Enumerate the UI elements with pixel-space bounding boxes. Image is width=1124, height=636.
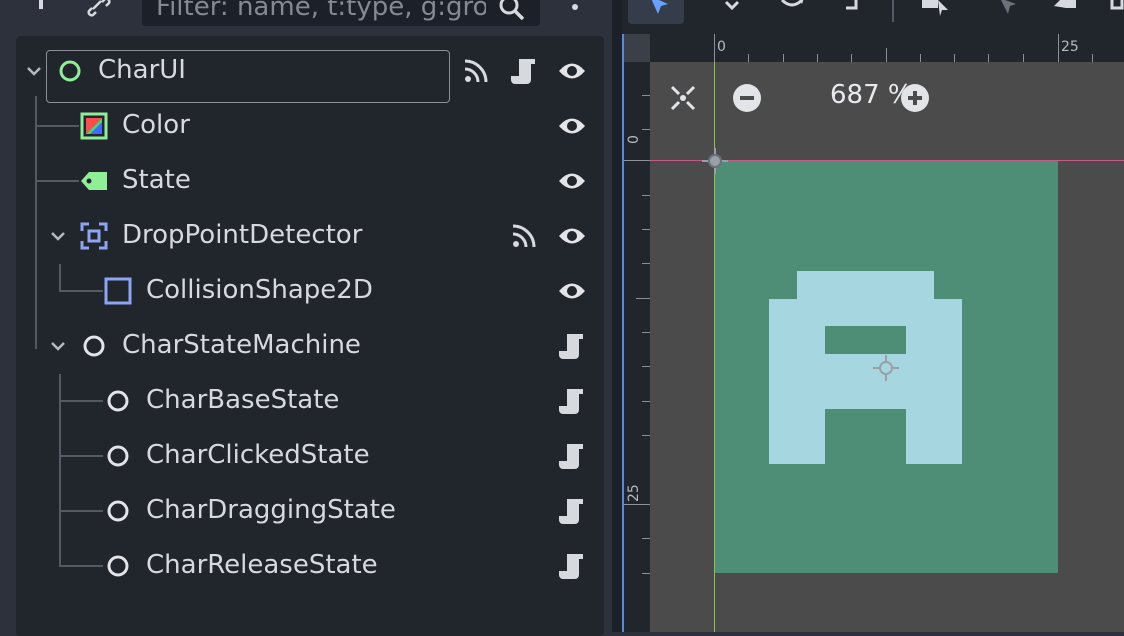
- zoom-out-icon[interactable]: [732, 83, 762, 113]
- signal-icon[interactable]: [509, 221, 539, 251]
- tree-row-state[interactable]: State: [16, 153, 604, 208]
- collapse-arrow-icon[interactable]: [48, 336, 68, 356]
- node-icon: [104, 442, 132, 470]
- vertical-ruler: 0 25: [622, 34, 650, 632]
- viewport-toolbar: [622, 0, 1124, 34]
- ruler-label: 25: [1061, 39, 1079, 55]
- node-label: DropPointDetector: [122, 220, 363, 250]
- control-node-icon: [56, 57, 84, 85]
- node-label: CharDraggingState: [146, 495, 396, 525]
- node-label: CharBaseState: [146, 385, 340, 415]
- visibility-icon[interactable]: [557, 56, 587, 86]
- filter-input[interactable]: [156, 0, 486, 26]
- node-icon: [104, 497, 132, 525]
- move-mode-icon[interactable]: [720, 0, 744, 24]
- visibility-icon[interactable]: [557, 111, 587, 141]
- collision-shape-icon: [104, 277, 132, 305]
- scene-toolbar: [0, 0, 612, 30]
- node-label: CollisionShape2D: [146, 275, 373, 305]
- zoom-controls: 687 %: [662, 74, 952, 120]
- visibility-icon[interactable]: [557, 276, 587, 306]
- collapse-arrow-icon[interactable]: [24, 61, 44, 81]
- visibility-icon[interactable]: [557, 221, 587, 251]
- node-label: CharReleaseState: [146, 550, 378, 580]
- tree-row-chardraggingstate[interactable]: CharDraggingState: [16, 483, 604, 538]
- pan-mode-icon[interactable]: [1050, 0, 1078, 24]
- link-icon[interactable]: [84, 0, 114, 22]
- select-mode-button[interactable]: [628, 0, 684, 24]
- script-icon[interactable]: [557, 441, 587, 471]
- node-label: Color: [122, 110, 190, 140]
- glyph-pixel: [906, 354, 962, 464]
- horizontal-ruler: 0 25: [622, 34, 1124, 62]
- scene-dock: CharUI Color State: [0, 0, 612, 636]
- visibility-icon[interactable]: [557, 166, 587, 196]
- node-icon: [104, 387, 132, 415]
- node-label: State: [122, 165, 191, 195]
- signal-icon[interactable]: [461, 56, 491, 86]
- glyph-pixel: [769, 354, 825, 464]
- scale-mode-icon[interactable]: [842, 0, 866, 24]
- script-icon[interactable]: [557, 331, 587, 361]
- tree-row-charui[interactable]: CharUI: [16, 43, 604, 103]
- viewport-focus-border: [622, 34, 624, 632]
- label-node-icon: [80, 167, 108, 195]
- search-icon: [498, 0, 526, 26]
- color-rect-icon: [80, 112, 108, 140]
- script-icon[interactable]: [509, 56, 539, 86]
- menu-kebab-icon[interactable]: [560, 0, 590, 22]
- center-pivot-icon[interactable]: [871, 353, 901, 387]
- add-node-icon[interactable]: [26, 0, 56, 22]
- ruler-label: 0: [717, 39, 726, 55]
- node-label: CharClickedState: [146, 440, 370, 470]
- node-icon: [80, 332, 108, 360]
- area2d-icon: [80, 222, 108, 250]
- list-select-icon[interactable]: [920, 0, 952, 24]
- rotate-mode-icon[interactable]: [778, 0, 808, 24]
- tree-row-collisionshape2d[interactable]: CollisionShape2D: [16, 263, 604, 318]
- canvas-viewport[interactable]: 0 25 0 25 687 %: [622, 0, 1124, 632]
- node-label: CharStateMachine: [122, 330, 361, 360]
- tree-row-charstatemachine[interactable]: CharStateMachine: [16, 318, 604, 373]
- script-icon[interactable]: [557, 551, 587, 581]
- node-icon: [104, 552, 132, 580]
- node-label: CharUI: [98, 55, 186, 85]
- center-view-icon[interactable]: [668, 83, 698, 113]
- ruler-corner: [622, 34, 650, 62]
- collapse-arrow-icon[interactable]: [48, 226, 68, 246]
- origin-pivot-icon[interactable]: [700, 146, 730, 180]
- ruler-label: 25: [626, 484, 642, 502]
- script-icon[interactable]: [557, 496, 587, 526]
- scene-tree: CharUI Color State DropPointDetector Col…: [16, 36, 604, 636]
- dock-divider[interactable]: [612, 0, 622, 632]
- tree-row-charclickedstate[interactable]: CharClickedState: [16, 428, 604, 483]
- toolbar-separator: [892, 0, 894, 22]
- ruler-mode-icon[interactable]: [1110, 0, 1124, 24]
- zoom-in-icon[interactable]: [900, 83, 930, 113]
- pivot-mode-icon[interactable]: [994, 0, 1018, 24]
- glyph-gap: [825, 326, 906, 354]
- tree-row-color[interactable]: Color: [16, 98, 604, 153]
- script-icon[interactable]: [557, 386, 587, 416]
- ruler-label: 0: [626, 135, 642, 144]
- tree-row-charbasestate[interactable]: CharBaseState: [16, 373, 604, 428]
- glyph-pixel: [797, 271, 934, 299]
- filter-box: [142, 0, 540, 26]
- tree-row-charreleasestate[interactable]: CharReleaseState: [16, 538, 604, 593]
- tree-row-droppointdetector[interactable]: DropPointDetector: [16, 208, 604, 263]
